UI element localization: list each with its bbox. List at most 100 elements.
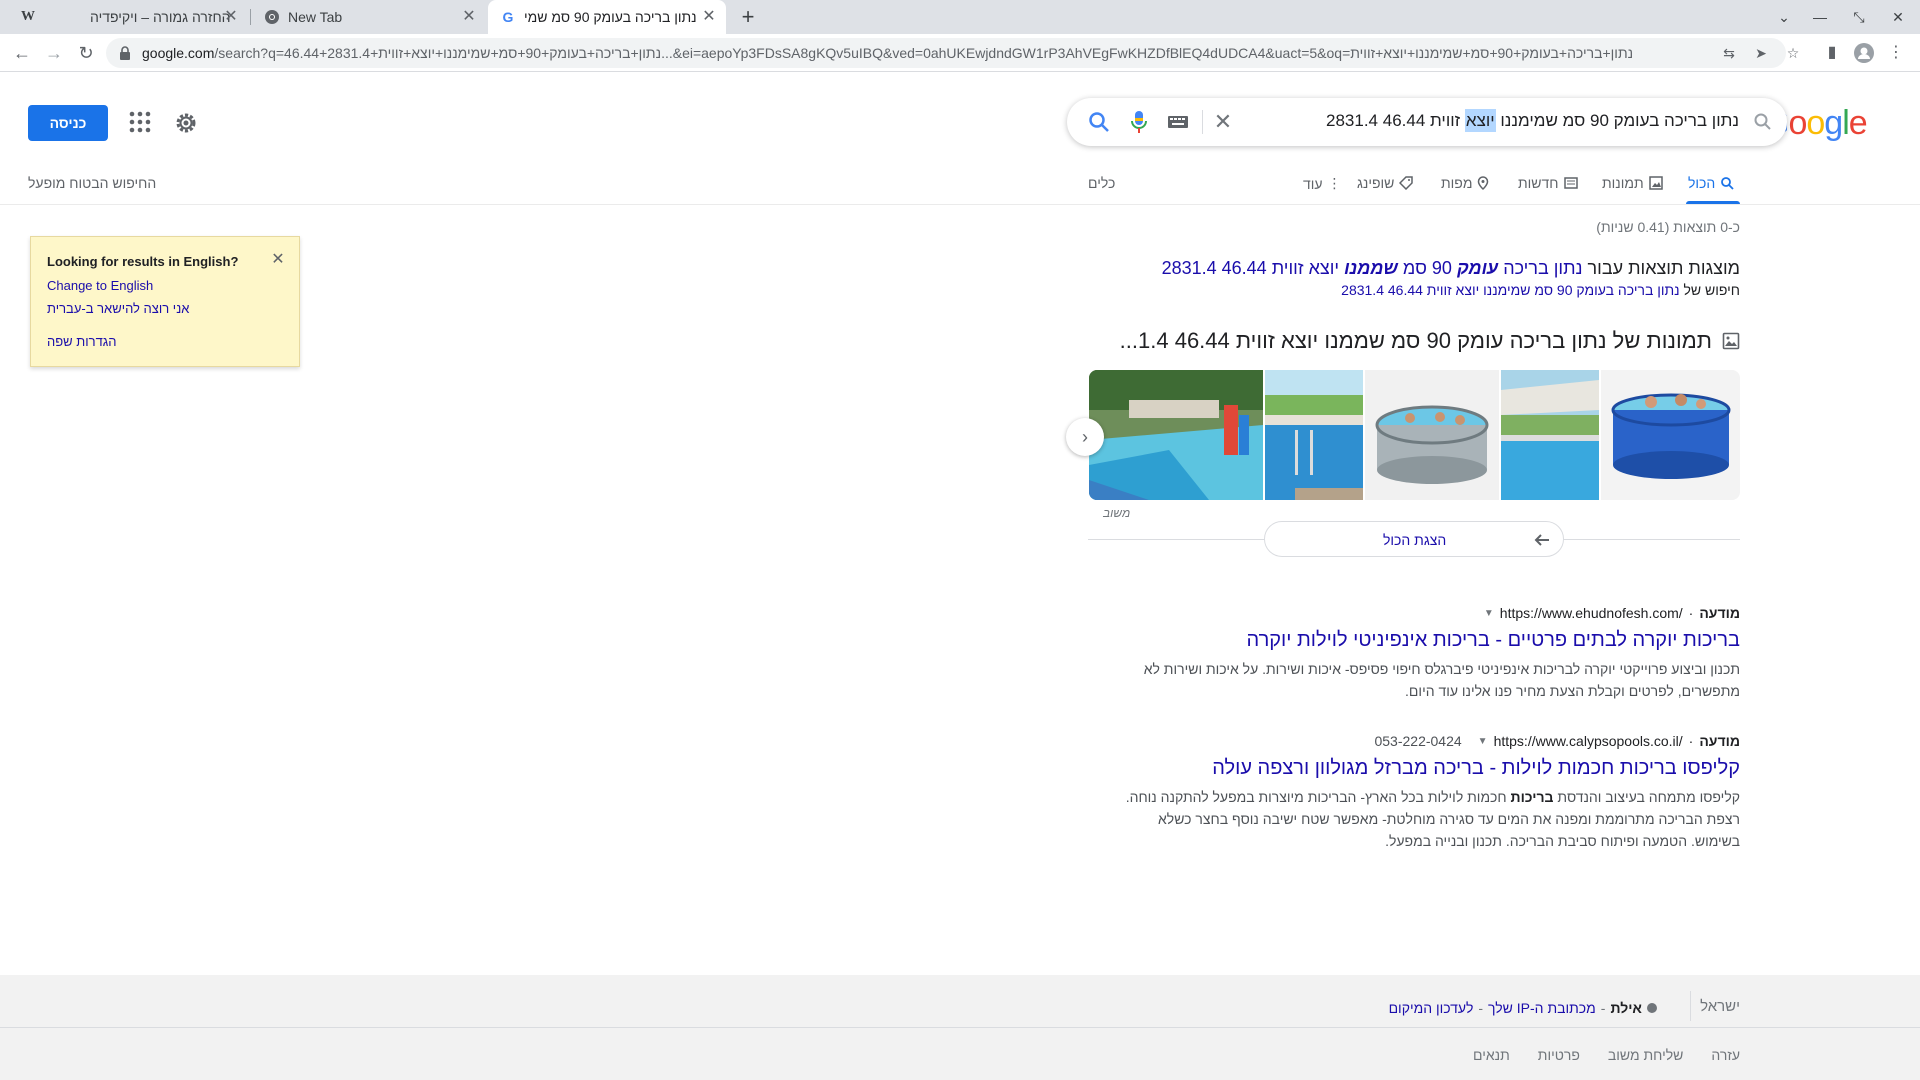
caret-down-icon[interactable]: ▼ (1484, 608, 1494, 619)
popup-title: Looking for results in English? (47, 254, 239, 269)
query-text: נתון בריכה בעומק 90 סמ שמימננו (1495, 111, 1739, 130)
chrome-icon (264, 9, 280, 25)
update-location-link[interactable]: לעדכון המיקום (1389, 1000, 1474, 1016)
tab-label: תמונות (1602, 175, 1644, 191)
pool-thumbnail-blue-frame[interactable] (1601, 370, 1740, 500)
minimize-button[interactable]: — (1808, 5, 1832, 29)
search-box[interactable]: נתון בריכה בעומק 90 סמ שמימננו יוצא זווי… (1067, 98, 1787, 146)
tab-search-icon[interactable]: ⌄ (1772, 5, 1796, 29)
browser-tab-wikipedia[interactable]: W החזרה גמורה – ויקיפדיה ✕ (8, 0, 248, 34)
divider (1690, 991, 1691, 1021)
keyboard-icon[interactable] (1167, 112, 1189, 132)
footer-link-privacy[interactable]: פרטיות (1538, 1047, 1580, 1063)
pool-thumbnail-waterpark[interactable] (1089, 370, 1263, 500)
safesearch-link[interactable]: החיפוש הבטוח מופעל (28, 175, 156, 191)
snippet-bold: בריכות (1510, 789, 1554, 805)
footer-link-terms[interactable]: תנאים (1473, 1047, 1510, 1063)
feedback-link[interactable]: משוב (1103, 506, 1130, 520)
ad-result: מודעה · https://www.calypsopools.co.il/ … (1120, 733, 1740, 852)
original-query-link[interactable]: נתון בריכה בעומק 90 סמ שמימננו יוצא זווי… (1341, 282, 1679, 298)
url-host: google.com (142, 45, 215, 61)
search-input[interactable]: נתון בריכה בעומק 90 סמ שמימננו יוצא זווי… (1326, 109, 1739, 132)
pool-thumbnail-shaded[interactable] (1501, 370, 1599, 500)
carousel-next-button[interactable]: › (1066, 418, 1104, 456)
share-icon[interactable]: ➤ (1752, 44, 1770, 62)
settings-gear-icon[interactable] (173, 110, 199, 136)
tab-separator (250, 9, 251, 25)
ad-phone[interactable]: 053-222-0424 (1374, 733, 1461, 749)
tab-title: New Tab (288, 9, 343, 25)
tab-shopping[interactable]: שופינג (1357, 175, 1414, 191)
corrected-query-text: 90 סמ (1397, 258, 1457, 278)
images-section-heading[interactable]: תמונות של נתון בריכה עומק 90 סמ שממנו יו… (1120, 328, 1740, 354)
corrected-query-text: נתון בריכה (1498, 258, 1583, 278)
browser-toolbar: ← → ↻ google.com/search?q=46.44+2831.4+נ… (0, 34, 1920, 72)
close-window-button[interactable]: ✕ (1886, 5, 1910, 29)
reload-button[interactable]: ↻ (72, 39, 100, 67)
images-heading-text: תמונות של נתון בריכה עומק 90 סמ שממנו יו… (1119, 328, 1712, 353)
translate-icon[interactable]: ⇆ (1720, 44, 1738, 62)
restore-button[interactable]: ⤡ (1847, 5, 1871, 29)
browser-menu-icon[interactable]: ⋮ (1882, 39, 1910, 67)
tab-all[interactable]: הכול (1688, 175, 1734, 191)
new-tab-button[interactable]: + (736, 5, 760, 29)
snippet-text: קליפסו מתמחה בעיצוב והנדסת (1553, 789, 1740, 805)
result-stats: כ-0 תוצאות (0.41 שניות) (1596, 219, 1740, 235)
stay-hebrew-link[interactable]: אני רוצה להישאר ב-עברית (47, 301, 189, 316)
close-icon[interactable]: ✕ (269, 251, 287, 269)
clear-search-icon[interactable]: ✕ (1211, 110, 1235, 134)
forward-button[interactable]: → (40, 39, 68, 67)
apps-grid-icon[interactable] (128, 110, 152, 134)
pool-thumbnail-round-frame[interactable] (1365, 370, 1499, 500)
ad-label: מודעה (1699, 605, 1740, 621)
footer-link-feedback[interactable]: שליחת משוב (1608, 1047, 1683, 1063)
bookmark-star-icon[interactable]: ☆ (1784, 44, 1802, 62)
location-dot-icon (1647, 1003, 1657, 1013)
back-button[interactable]: ← (8, 39, 36, 67)
caret-down-icon[interactable]: ▼ (1478, 736, 1488, 747)
query-text: זווית 46.44 2831.4 (1326, 111, 1465, 130)
view-all-images-button[interactable]: הצגת הכול (1264, 521, 1564, 557)
instead-prefix: חיפוש של (1679, 282, 1740, 298)
ad-cite: מודעה · https://www.ehudnofesh.com/ ▼ (1120, 605, 1740, 621)
separator: · (1688, 733, 1694, 749)
tools-button[interactable]: כלים (1088, 175, 1115, 191)
from-ip-link[interactable]: מכתובת ה-IP שלך (1488, 1000, 1596, 1016)
tab-images[interactable]: תמונות (1602, 175, 1663, 191)
close-icon[interactable]: ✕ (460, 8, 478, 26)
ad-url[interactable]: https://www.calypsopools.co.il/ (1494, 733, 1683, 749)
view-all-label: הצגת הכול (1383, 532, 1447, 548)
footer-location: אילת - מכתובת ה-IP שלך - לעדכון המיקום (1389, 1000, 1657, 1016)
google-icon: G (502, 9, 514, 25)
footer-link-help[interactable]: עזרה (1711, 1047, 1740, 1063)
ad-snippet: קליפסו מתמחה בעיצוב והנדסת בריכות חכמות … (1120, 786, 1740, 852)
corrected-query-bold: שממנו (1344, 258, 1398, 278)
microphone-icon[interactable] (1127, 109, 1151, 135)
ad-title-link[interactable]: קליפסו בריכות חכמות לוילות - בריכה מברזל… (1120, 757, 1740, 780)
change-to-english-link[interactable]: Change to English (47, 278, 153, 293)
corrected-query-link[interactable]: נתון בריכה עומק 90 סמ שממנו יוצא זווית 4… (1162, 258, 1583, 278)
tab-maps[interactable]: מפות (1441, 175, 1489, 191)
tab-more[interactable]: עוד ⋮ (1303, 175, 1342, 192)
ad-title-link[interactable]: בריכות יוקרה לבתים פרטיים - בריכות אינפי… (1120, 629, 1740, 652)
news-icon (1563, 177, 1578, 189)
address-bar[interactable]: google.com/search?q=46.44+2831.4+נתון+בר… (106, 38, 1799, 68)
arrow-left-icon (1534, 534, 1549, 546)
browser-tab-newtab[interactable]: New Tab ✕ (252, 0, 486, 34)
language-settings-link[interactable]: הגדרות שפה (47, 334, 117, 349)
separator: - (1600, 1000, 1606, 1016)
side-panel-icon[interactable]: ▮ (1818, 39, 1846, 67)
browser-tab-google[interactable]: G נתון בריכה בעומק 90 סמ שמי ✕ (488, 0, 726, 34)
more-vert-icon: ⋮ (1327, 175, 1342, 191)
search-submit-icon[interactable] (1087, 110, 1111, 134)
close-icon[interactable]: ✕ (700, 8, 718, 26)
browser-tabstrip: W החזרה גמורה – ויקיפדיה ✕ New Tab ✕ G נ… (0, 0, 1920, 34)
language-suggestion-popup: Looking for results in English? ✕ Change… (30, 236, 300, 367)
close-icon[interactable]: ✕ (222, 8, 240, 26)
ad-url[interactable]: https://www.ehudnofesh.com/ (1500, 605, 1683, 621)
ad-cite: מודעה · https://www.calypsopools.co.il/ … (1120, 733, 1740, 749)
tab-news[interactable]: חדשות (1518, 175, 1578, 191)
profile-avatar-icon[interactable] (1850, 39, 1878, 67)
pool-thumbnail-ladder[interactable] (1265, 370, 1363, 500)
sign-in-button[interactable]: כניסה (28, 105, 108, 141)
